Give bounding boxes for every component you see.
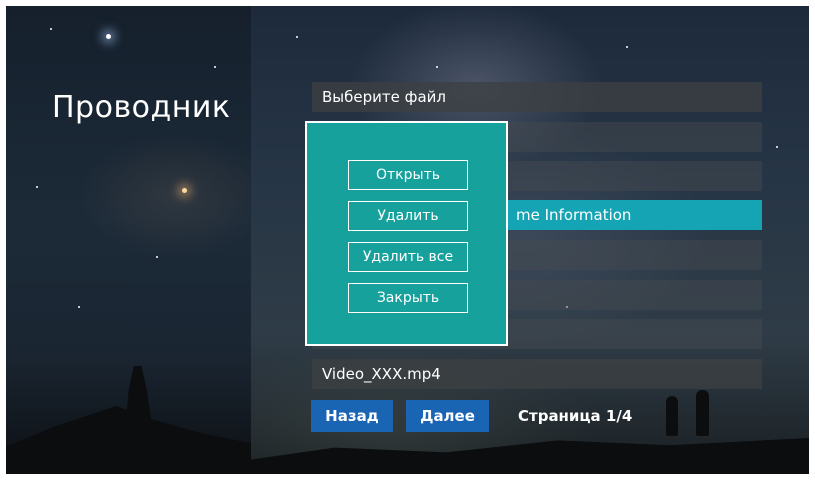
ground-silhouette	[251, 438, 809, 474]
left-panel	[6, 6, 251, 474]
star	[182, 188, 187, 193]
star	[776, 146, 778, 148]
close-button[interactable]: Закрыть	[348, 283, 468, 313]
context-menu: Открыть Удалить Удалить все Закрыть	[305, 121, 508, 346]
star	[626, 46, 628, 48]
star	[214, 66, 216, 68]
open-button[interactable]: Открыть	[348, 160, 468, 190]
star	[436, 66, 438, 68]
delete-all-button[interactable]: Удалить все	[348, 242, 468, 272]
page-indicator: Страница 1/4	[518, 407, 633, 425]
star	[50, 28, 52, 30]
person-silhouette	[696, 390, 709, 436]
star	[36, 186, 38, 188]
star	[106, 34, 111, 39]
file-row[interactable]: Video_XXX.mp4	[312, 359, 762, 389]
back-button[interactable]: Назад	[311, 400, 393, 432]
app-title: Проводник	[52, 90, 231, 125]
ground-silhouette	[6, 406, 251, 474]
file-list-header: Выберите файл	[312, 82, 762, 112]
star	[156, 256, 158, 258]
delete-button[interactable]: Удалить	[348, 201, 468, 231]
star	[78, 306, 80, 308]
star	[296, 36, 298, 38]
person-silhouette	[666, 396, 678, 436]
next-button[interactable]: Далее	[406, 400, 489, 432]
screen: Проводник Выберите файл me Information V…	[6, 6, 809, 474]
